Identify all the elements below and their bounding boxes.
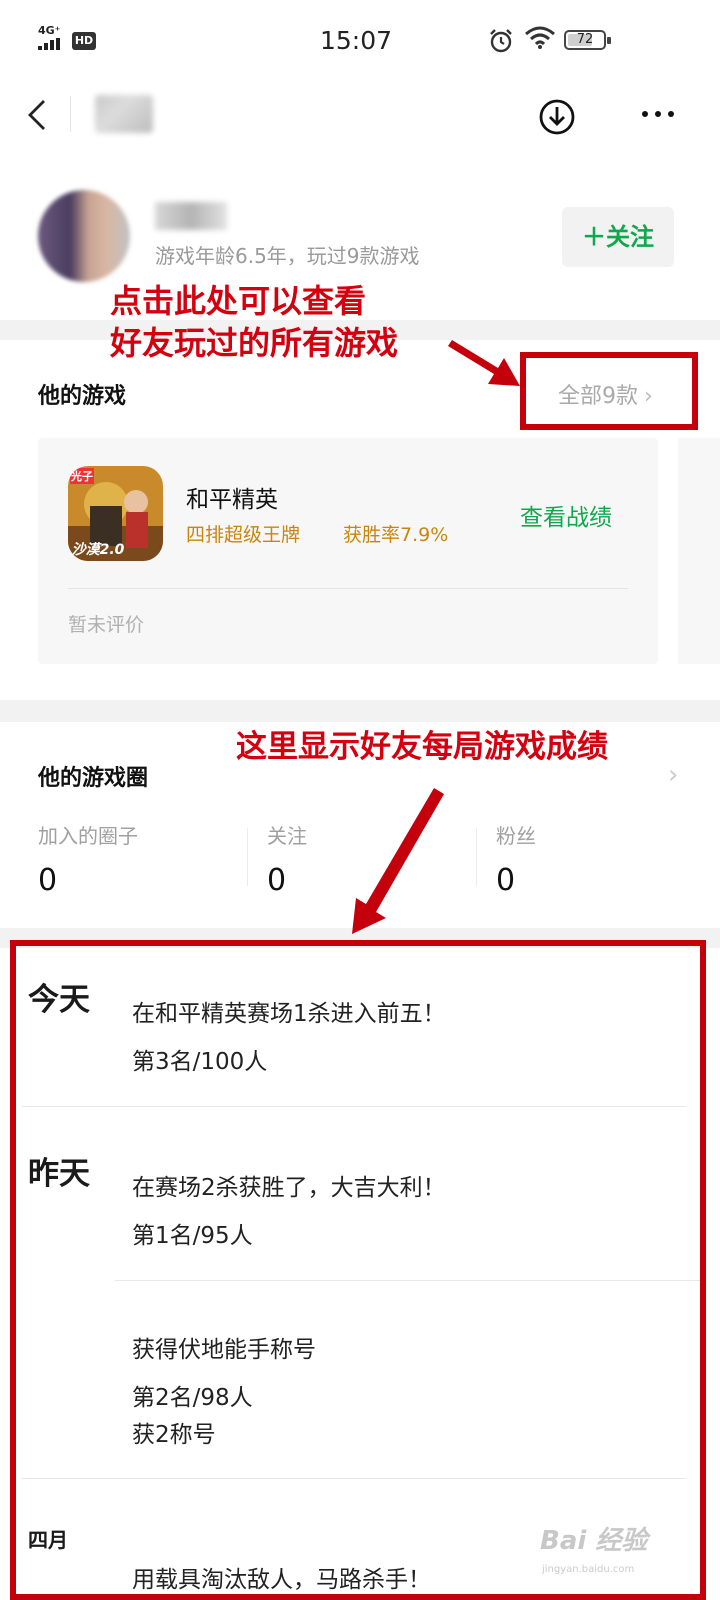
stat-divider bbox=[476, 828, 477, 886]
status-time: 15:07 bbox=[320, 26, 393, 55]
games-title: 他的游戏 bbox=[38, 384, 127, 409]
signal-bars-icon bbox=[38, 38, 66, 50]
stat-joined-circles[interactable]: 加入的圈子 0 bbox=[38, 820, 238, 898]
annotation-games-hint: 点击此处可以查看 好友玩过的所有游戏 bbox=[110, 280, 398, 364]
battery-percent: 72 bbox=[576, 32, 594, 47]
nav-bar bbox=[0, 80, 720, 160]
game-rank-tag: 四排超级王牌 bbox=[186, 524, 301, 546]
game-circle-title: 他的游戏圈 bbox=[38, 766, 149, 791]
section-gap bbox=[0, 700, 720, 722]
stat-divider bbox=[247, 828, 248, 886]
annotation-highlight-box bbox=[10, 940, 706, 1600]
game-card[interactable]: 光子 沙漠2.0 和平精英 四排超级王牌 获胜率7.9% 查看战绩 暂未评价 bbox=[38, 438, 658, 664]
battery-indicator: 72 bbox=[564, 30, 611, 50]
annotation-highlight-box bbox=[520, 352, 698, 430]
stat-following[interactable]: 关注 0 bbox=[267, 820, 467, 898]
nav-title-blurred bbox=[95, 95, 153, 133]
watermark-subtext: jingyan.baidu.com bbox=[542, 1564, 635, 1575]
download-icon[interactable] bbox=[537, 97, 577, 137]
hd-badge: HD bbox=[72, 32, 96, 50]
view-record-button[interactable]: 查看战绩 bbox=[520, 498, 612, 532]
stat-value: 0 bbox=[38, 863, 58, 898]
baidu-watermark: Bai 经验 jingyan.baidu.com bbox=[540, 1520, 690, 1586]
game-icon-badge: 光子 bbox=[70, 469, 93, 483]
stat-label: 加入的圈子 bbox=[38, 824, 138, 848]
alarm-icon bbox=[490, 29, 512, 53]
annotation-line: 点击此处可以查看 bbox=[110, 282, 367, 320]
stat-label: 粉丝 bbox=[496, 824, 536, 848]
back-icon[interactable] bbox=[20, 95, 60, 135]
profile-subtitle: 游戏年龄6.5年，玩过9款游戏 bbox=[155, 244, 420, 268]
card-divider bbox=[68, 588, 628, 589]
review-status: 暂未评价 bbox=[68, 614, 145, 636]
network-type: 4G⁺ bbox=[38, 24, 61, 37]
stat-value: 0 bbox=[496, 863, 516, 898]
wifi-icon bbox=[525, 26, 555, 49]
status-bar: 4G⁺ HD 15:07 72 bbox=[0, 0, 720, 80]
stat-label: 关注 bbox=[267, 824, 307, 848]
annotation-feed-hint: 这里显示好友每局游戏成绩 bbox=[236, 729, 608, 765]
stat-followers[interactable]: 粉丝 0 bbox=[496, 820, 696, 898]
avatar[interactable] bbox=[38, 190, 130, 282]
more-icon[interactable] bbox=[638, 108, 678, 120]
annotation-line: 好友玩过的所有游戏 bbox=[110, 324, 399, 362]
watermark-text: Bai 经验 bbox=[540, 1526, 648, 1556]
game-app-icon: 光子 沙漠2.0 bbox=[68, 466, 163, 561]
follow-button[interactable]: ＋关注 bbox=[562, 207, 674, 267]
game-name: 和平精英 bbox=[186, 487, 278, 513]
chevron-right-icon: › bbox=[668, 760, 679, 790]
nav-divider bbox=[70, 96, 71, 132]
next-game-card-peek[interactable] bbox=[678, 438, 720, 664]
signal-indicator: 4G⁺ HD bbox=[38, 24, 98, 52]
game-icon-caption: 沙漠2.0 bbox=[72, 541, 125, 558]
stat-value: 0 bbox=[267, 863, 287, 898]
game-win-rate: 获胜率7.9% bbox=[343, 524, 449, 546]
user-name-blurred bbox=[155, 202, 227, 230]
